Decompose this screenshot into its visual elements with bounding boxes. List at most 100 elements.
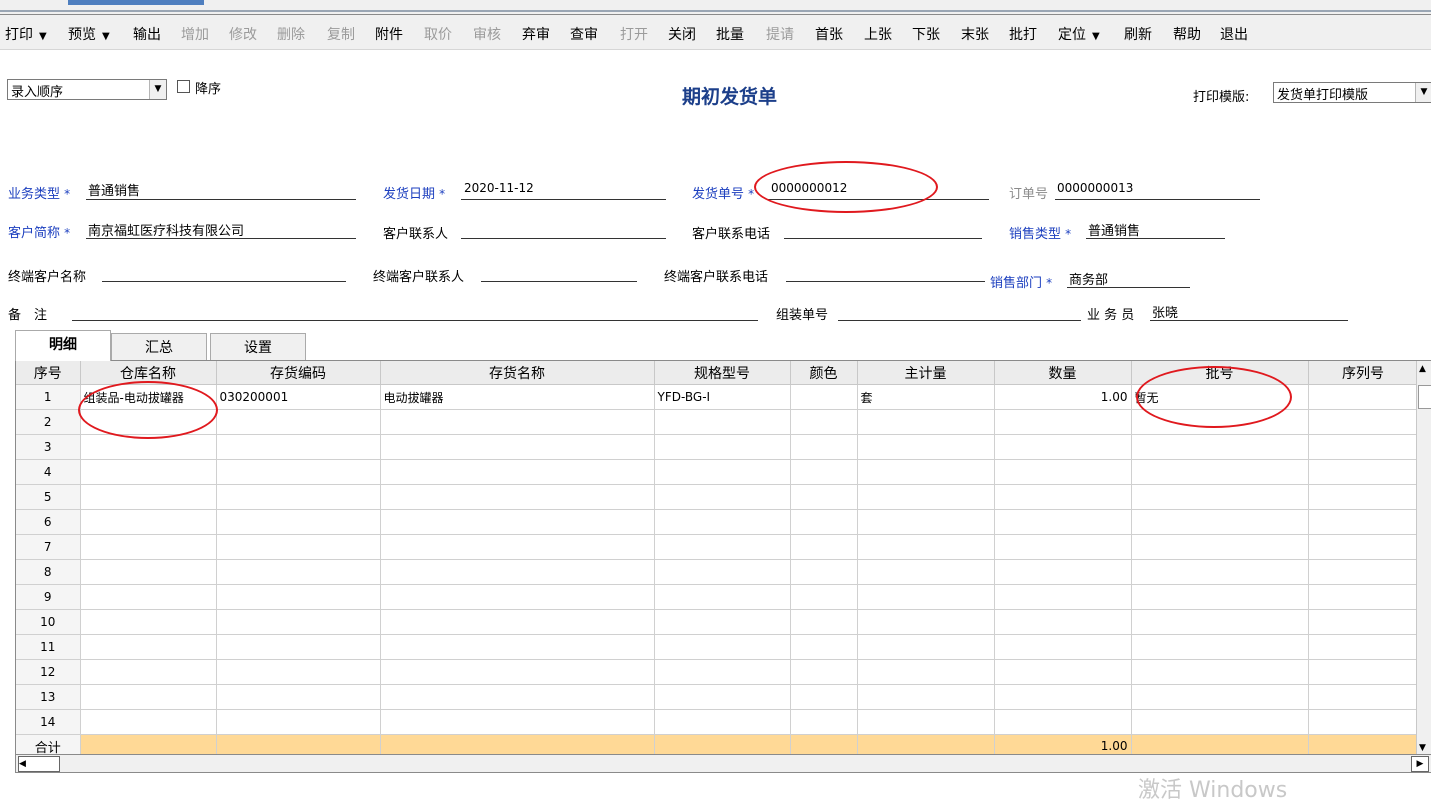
toolbar-item-6[interactable]: 复制 [327,24,355,44]
end-phone-field[interactable] [786,281,985,282]
table-row[interactable]: 8 [16,559,1419,585]
horizontal-scrollbar[interactable]: ◀ ▶ [15,754,1431,773]
table-cell[interactable] [216,684,381,710]
table-cell[interactable] [1308,609,1419,635]
customer-field[interactable] [86,238,356,239]
column-header[interactable]: 规格型号 [654,361,791,385]
table-cell[interactable] [654,634,791,660]
scroll-down-icon[interactable]: ▼ [1419,743,1426,753]
chevron-down-icon[interactable]: ▼ [1092,31,1100,42]
toolbar-item-16[interactable]: 首张 [815,24,843,44]
tab-summary[interactable]: 汇总 [111,333,207,360]
table-cell[interactable] [216,484,381,510]
table-cell[interactable] [1308,434,1419,460]
toolbar-item-11[interactable]: 查审 [570,24,598,44]
tab-detail[interactable]: 明细 [15,330,111,361]
table-cell[interactable] [994,659,1132,685]
table-cell[interactable] [1131,559,1309,585]
table-cell[interactable] [1308,459,1419,485]
table-cell[interactable] [216,709,381,735]
table-cell[interactable] [994,434,1132,460]
table-cell[interactable] [80,459,217,485]
table-row[interactable]: 9 [16,584,1419,610]
table-cell[interactable] [80,484,217,510]
table-cell[interactable] [1308,584,1419,610]
table-cell[interactable] [994,684,1132,710]
table-cell[interactable] [1131,609,1309,635]
table-cell[interactable]: 组装品-电动拔罐器 [80,384,217,410]
table-row[interactable]: 12 [16,659,1419,685]
scroll-left-icon[interactable]: ◀ [18,756,60,772]
table-cell[interactable] [994,709,1132,735]
table-cell[interactable] [216,459,381,485]
end-contact-field[interactable] [481,281,637,282]
table-cell[interactable] [994,409,1132,435]
toolbar-item-21[interactable]: 定位 ▼ [1058,24,1100,44]
toolbar-item-15[interactable]: 提请 [766,24,794,44]
toolbar-item-3[interactable]: 增加 [181,24,209,44]
table-row[interactable]: 6 [16,509,1419,535]
table-row[interactable]: 5 [16,484,1419,510]
toolbar-item-14[interactable]: 批量 [716,24,744,44]
table-cell[interactable] [80,709,217,735]
table-cell[interactable] [857,659,995,685]
table-cell[interactable] [1308,484,1419,510]
table-cell[interactable] [790,559,858,585]
table-cell[interactable]: 1.00 [994,384,1132,410]
table-cell[interactable] [790,659,858,685]
toolbar-item-13[interactable]: 关闭 [668,24,696,44]
table-row[interactable]: 13 [16,684,1419,710]
toolbar-item-10[interactable]: 弃审 [522,24,550,44]
chevron-down-icon[interactable]: ▼ [1415,83,1431,102]
table-cell[interactable] [216,509,381,535]
table-cell[interactable] [994,484,1132,510]
table-cell[interactable] [1131,684,1309,710]
table-cell[interactable] [216,409,381,435]
table-cell[interactable] [994,559,1132,585]
table-cell[interactable] [216,534,381,560]
salesperson-field[interactable] [1150,320,1348,321]
table-cell[interactable] [1308,534,1419,560]
table-cell[interactable] [216,434,381,460]
table-cell[interactable] [1131,709,1309,735]
table-cell[interactable] [857,409,995,435]
column-header[interactable]: 存货编码 [216,361,381,385]
table-cell[interactable] [380,584,655,610]
table-cell[interactable] [654,709,791,735]
table-cell[interactable] [857,634,995,660]
table-cell[interactable] [857,584,995,610]
column-header[interactable]: 主计量 [857,361,995,385]
table-cell[interactable] [1131,659,1309,685]
column-header[interactable]: 仓库名称 [80,361,217,385]
scroll-thumb[interactable] [1418,385,1431,409]
table-cell[interactable] [1308,384,1419,410]
table-cell[interactable] [1308,509,1419,535]
table-cell[interactable] [994,459,1132,485]
column-header[interactable]: 序号 [16,361,81,385]
order-no-field[interactable] [1055,199,1260,200]
table-cell[interactable] [380,409,655,435]
remark-field[interactable] [72,320,758,321]
table-cell[interactable]: YFD-BG-I [654,384,791,410]
table-cell[interactable] [790,684,858,710]
toolbar-item-19[interactable]: 末张 [961,24,989,44]
table-cell[interactable] [80,634,217,660]
table-cell[interactable] [80,609,217,635]
table-cell[interactable] [380,659,655,685]
table-row[interactable]: 2 [16,409,1419,435]
table-cell[interactable] [790,534,858,560]
table-cell[interactable] [857,434,995,460]
column-header[interactable]: 批号 [1131,361,1309,385]
table-cell[interactable] [380,509,655,535]
table-cell[interactable] [994,609,1132,635]
table-cell[interactable] [1308,634,1419,660]
table-cell[interactable] [216,634,381,660]
toolbar-item-0[interactable]: 打印 ▼ [5,24,47,44]
table-row[interactable]: 7 [16,534,1419,560]
table-cell[interactable] [994,509,1132,535]
table-cell[interactable] [216,584,381,610]
table-cell[interactable] [80,534,217,560]
table-cell[interactable] [654,509,791,535]
table-cell[interactable]: 套 [857,384,995,410]
end-customer-field[interactable] [102,281,346,282]
